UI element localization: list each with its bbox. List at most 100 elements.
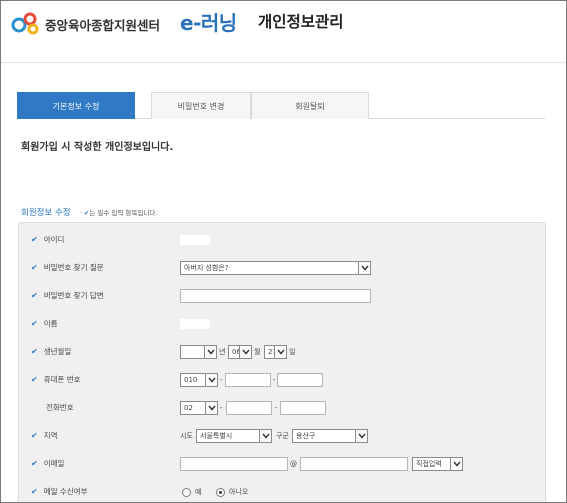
check-icon: ✔	[31, 431, 38, 440]
mail-label-text: 메일 수신여부	[43, 487, 88, 496]
mail-no-label: 아니오	[229, 488, 249, 496]
member-form: ✔ 아이디 ✔ 비밀번호 찾기 질문 아버지 성함은? ✔ 비밀번호 찾기 답변 ✔ 이…	[18, 222, 547, 502]
sido-select[interactable]: 서울특별시	[196, 429, 272, 443]
section-heading: 회원정보 수정 · ✔는 필수 입력 항목입니다.	[21, 200, 157, 219]
row-mail-receive: ✔ 메일 수신여부 예 아니오	[19, 478, 547, 502]
gugun-value: 용산구	[296, 432, 316, 440]
id-label: ✔ 아이디	[31, 226, 64, 254]
tab-change-password[interactable]: 비밀번호 변경	[151, 92, 251, 119]
intro-text: 회원가입 시 작성한 개인정보입니다.	[21, 142, 174, 153]
mobile-label: ✔ 휴대폰 번호	[31, 366, 81, 394]
question-select[interactable]: 아버지 성함은?	[180, 261, 371, 275]
check-icon: ✔	[31, 235, 38, 244]
email-id-input[interactable]	[180, 457, 288, 471]
tab-basic-info[interactable]: 기본정보 수정	[17, 92, 135, 119]
check-icon: ✔	[31, 375, 38, 384]
mail-yes-label: 예	[195, 488, 202, 496]
mail-label: ✔ 메일 수신여부	[31, 478, 88, 502]
chevron-down-icon	[205, 402, 217, 414]
mobile-last-input[interactable]	[277, 373, 323, 387]
section-title: 회원정보 수정	[21, 208, 71, 218]
sido-value: 서울특별시	[200, 432, 233, 440]
birth-label: ✔ 생년월일	[31, 338, 71, 366]
row-answer: ✔ 비밀번호 찾기 답변	[19, 282, 547, 310]
chevron-down-icon	[204, 346, 216, 358]
site-header: 중앙육아종합지원센터 e-러닝 개인정보관리	[1, 1, 566, 63]
check-icon: ✔	[31, 319, 38, 328]
phone-prefix-select[interactable]: 02	[180, 401, 218, 415]
phone-prefix-value: 02	[184, 404, 193, 412]
birth-year-unit: 년	[219, 348, 226, 356]
row-phone: 전화번호 02 - -	[19, 394, 547, 422]
email-label: ✔ 이메일	[31, 450, 64, 478]
mobile-middle-input[interactable]	[225, 373, 271, 387]
birth-day-select[interactable]: 21	[264, 345, 287, 359]
email-label-text: 이메일	[43, 459, 65, 468]
chevron-down-icon	[239, 346, 251, 358]
id-label-text: 아이디	[43, 235, 65, 244]
email-domain-select[interactable]: 직접입력	[412, 457, 463, 471]
name-label: ✔ 이름	[31, 310, 58, 338]
row-name: ✔ 이름	[19, 310, 547, 338]
chevron-down-icon	[355, 430, 367, 442]
gugun-select[interactable]: 용산구	[292, 429, 368, 443]
check-icon: ✔	[31, 291, 38, 300]
phone-label: 전화번호	[46, 403, 74, 412]
chevron-down-icon	[205, 374, 217, 386]
mail-no-radio[interactable]	[216, 488, 225, 497]
at-sign: @	[290, 460, 297, 468]
id-value	[180, 235, 210, 245]
birth-month-select[interactable]: 06	[228, 345, 252, 359]
answer-label-text: 비밀번호 찾기 답변	[43, 291, 104, 300]
region-label: ✔ 지역	[31, 422, 58, 450]
dash: -	[275, 404, 278, 412]
row-email: ✔ 이메일 @ 직접입력	[19, 450, 547, 478]
question-value: 아버지 성함은?	[184, 264, 229, 272]
answer-input[interactable]	[180, 289, 371, 303]
region-label-text: 지역	[43, 431, 58, 440]
check-icon: ✔	[31, 459, 38, 468]
check-icon: ✔	[31, 487, 38, 496]
page-title: 개인정보관리	[258, 13, 344, 31]
tab-bar: 기본정보 수정 비밀번호 변경 회원탈퇴	[17, 92, 545, 119]
row-mobile: ✔ 휴대폰 번호 010 - -	[19, 366, 547, 394]
row-id: ✔ 아이디	[19, 226, 547, 254]
answer-label: ✔ 비밀번호 찾기 답변	[31, 282, 104, 310]
row-region: ✔ 지역 시도 서울특별시 구군 용산구	[19, 422, 547, 450]
center-logo-icon	[11, 12, 39, 35]
question-label-text: 비밀번호 찾기 질문	[43, 263, 104, 272]
gugun-label: 구군	[276, 432, 289, 440]
email-domain-input[interactable]	[300, 457, 408, 471]
required-note-text: 는 필수 입력 항목입니다.	[89, 209, 158, 217]
mobile-label-text: 휴대폰 번호	[43, 375, 81, 384]
elearning-logo-text: e-러닝	[180, 11, 237, 35]
question-label: ✔ 비밀번호 찾기 질문	[31, 254, 104, 282]
email-domain-option: 직접입력	[416, 460, 442, 468]
separator: ·	[79, 209, 82, 217]
phone-last-input[interactable]	[280, 401, 326, 415]
birth-year-select[interactable]	[180, 345, 217, 359]
dash: -	[220, 404, 223, 412]
mobile-prefix-value: 010	[184, 376, 198, 384]
section-note: · ✔는 필수 입력 항목입니다.	[80, 209, 158, 217]
chevron-down-icon	[259, 430, 271, 442]
phone-middle-input[interactable]	[226, 401, 272, 415]
page-frame: 중앙육아종합지원센터 e-러닝 개인정보관리 기본정보 수정 비밀번호 변경 회…	[0, 0, 567, 503]
birth-month-unit: 월	[254, 348, 261, 356]
row-question: ✔ 비밀번호 찾기 질문 아버지 성함은?	[19, 254, 547, 282]
mail-yes-radio[interactable]	[182, 488, 191, 497]
row-birth: ✔ 생년월일 년 06 월 21 일	[19, 338, 547, 366]
chevron-down-icon	[274, 346, 286, 358]
name-value	[180, 319, 210, 329]
dash: -	[273, 376, 276, 384]
mobile-prefix-select[interactable]: 010	[180, 373, 218, 387]
check-icon: ✔	[31, 347, 38, 356]
chevron-down-icon	[450, 458, 462, 470]
check-icon: ✔	[31, 263, 38, 272]
org-name: 중앙육아종합지원센터	[45, 18, 161, 33]
sido-label: 시도	[180, 432, 193, 440]
birth-day-unit: 일	[289, 348, 296, 356]
tab-withdraw[interactable]: 회원탈퇴	[251, 92, 369, 119]
birth-label-text: 생년월일	[43, 347, 72, 356]
chevron-down-icon	[358, 262, 370, 274]
